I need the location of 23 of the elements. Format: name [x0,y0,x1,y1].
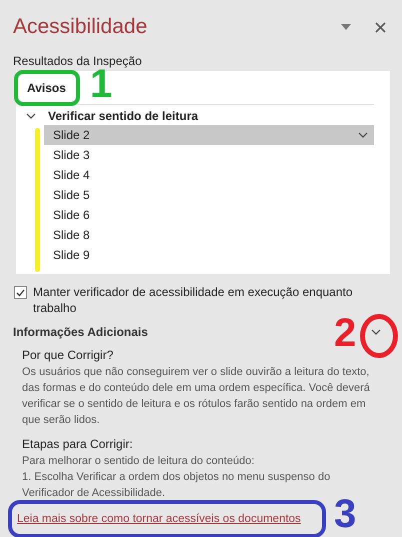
slide-item[interactable]: Slide 2 [44,125,374,145]
slide-item[interactable]: Slide 8 [44,225,374,245]
caret-icon [358,132,368,138]
slide-item[interactable]: Slide 9 [44,245,374,265]
paragraph: Para melhorar o sentido de leitura do conteúdo: [22,454,254,469]
help-link[interactable]: Leia mais sobre como tornar acessíveis os documentos [17,513,301,525]
slide-item[interactable]: Slide 6 [44,205,374,225]
checkbox-label: Manter verificador de acessibilidade em execução enquanto trabalho [33,284,354,316]
annotation-number: 2 [334,313,356,353]
section-title: Etapas para Corrigir: [22,437,134,451]
slide-item[interactable]: Slide 3 [44,145,374,165]
annotation-number: 3 [334,494,356,534]
checkbox[interactable] [14,286,27,299]
slide-item[interactable]: Slide 5 [44,185,374,205]
caret-icon [371,328,381,336]
caret-icon [26,112,36,120]
paragraph: Os usuários que não conseguirem ver o slide ouvirão a leitura do texto, das formas e do conteúdo dele em uma ordem específica. Você deverá verificar se o sentido de leitura e os rótulos farão sentido na ordem em que serão lidos. [22,365,371,428]
slide-item[interactable]: Slide 4 [44,165,374,185]
section-title: Por que Corrigir? [22,348,114,362]
warnings-tab[interactable]: Avisos [24,71,69,104]
pane-title: Acessibilidade [13,15,148,39]
paragraph: 1. Escolha Verificar a ordem dos objetos no menu suspenso do Verificador de Acessibilidade. [22,470,332,501]
tree-group[interactable]: Verificar sentido de leitura [24,105,198,125]
